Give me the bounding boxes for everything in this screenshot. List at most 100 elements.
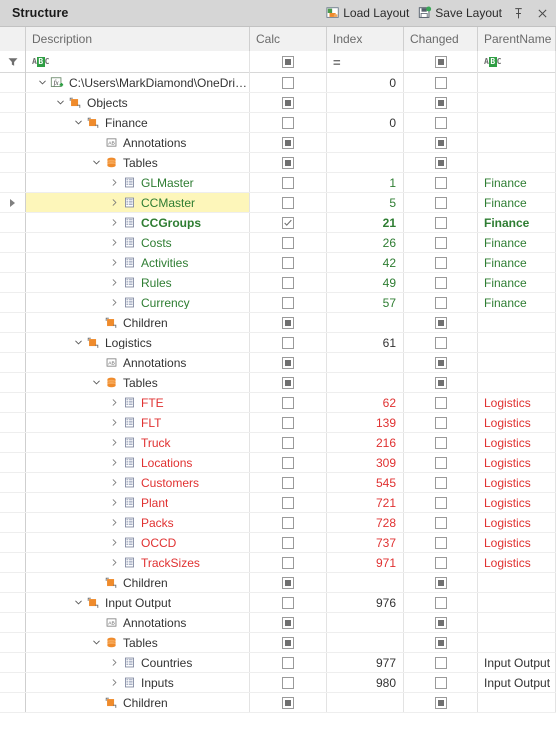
row-parentname-cell[interactable]: Logistics [478, 413, 556, 432]
row-indicator-cell[interactable] [0, 333, 26, 352]
row-description-cell[interactable]: AB Annotations [26, 613, 250, 632]
row-indicator-cell[interactable] [0, 533, 26, 552]
row-calc-cell[interactable] [250, 293, 327, 312]
tree-expander-collapsed-icon[interactable] [108, 418, 121, 427]
row-indicator-cell[interactable] [0, 613, 26, 632]
row-parentname-cell[interactable] [478, 333, 556, 352]
row-indicator-cell[interactable] [0, 513, 26, 532]
row-index-cell[interactable]: 26 [327, 233, 404, 252]
filter-changed-checkbox[interactable] [434, 56, 447, 68]
tree-expander-collapsed-icon[interactable] [108, 398, 121, 407]
row-description-cell[interactable]: Tables [26, 633, 250, 652]
row-indicator-cell[interactable] [0, 353, 26, 372]
tree-expander-expanded-icon[interactable] [90, 638, 103, 647]
row-indicator-cell[interactable] [0, 213, 26, 232]
row-parentname-cell[interactable]: Finance [478, 273, 556, 292]
row-changed-cell[interactable] [404, 113, 478, 132]
row-changed-cell[interactable] [404, 333, 478, 352]
row-changed-cell[interactable] [404, 393, 478, 412]
tree-expander-collapsed-icon[interactable] [108, 498, 121, 507]
row-index-cell[interactable]: 61 [327, 333, 404, 352]
calc-checkbox[interactable] [282, 336, 294, 349]
row-description-cell[interactable]: AB Annotations [26, 353, 250, 372]
table-row[interactable]: Logistics 61 [0, 333, 556, 353]
filter-description-cell[interactable]: ABC [26, 51, 250, 73]
row-indicator-cell[interactable] [0, 93, 26, 112]
table-row[interactable]: Costs 26 Finance [0, 233, 556, 253]
row-calc-cell[interactable] [250, 413, 327, 432]
tree-expander-collapsed-icon[interactable] [108, 438, 121, 447]
calc-checkbox[interactable] [282, 136, 294, 149]
filter-parentname-cell[interactable]: ABC [478, 51, 556, 73]
row-parentname-cell[interactable]: Logistics [478, 513, 556, 532]
row-indicator-cell[interactable] [0, 493, 26, 512]
row-changed-cell[interactable] [404, 233, 478, 252]
row-index-cell[interactable] [327, 133, 404, 152]
row-parentname-cell[interactable]: Logistics [478, 453, 556, 472]
row-changed-cell[interactable] [404, 613, 478, 632]
row-indicator-cell[interactable] [0, 673, 26, 692]
row-description-cell[interactable]: Objects [26, 93, 250, 112]
tree-expander-collapsed-icon[interactable] [108, 178, 121, 187]
changed-checkbox[interactable] [434, 676, 447, 689]
table-row[interactable]: Children [0, 313, 556, 333]
row-description-cell[interactable]: Currency [26, 293, 250, 312]
row-parentname-cell[interactable] [478, 113, 556, 132]
row-description-cell[interactable]: Truck [26, 433, 250, 452]
row-calc-cell[interactable] [250, 533, 327, 552]
row-calc-cell[interactable] [250, 313, 327, 332]
row-description-cell[interactable]: Customers [26, 473, 250, 492]
row-indicator-cell[interactable] [0, 553, 26, 572]
row-calc-cell[interactable] [250, 453, 327, 472]
row-parentname-cell[interactable]: Logistics [478, 553, 556, 572]
calc-checkbox[interactable] [282, 76, 294, 89]
calc-checkbox[interactable] [282, 356, 294, 369]
row-calc-cell[interactable] [250, 213, 327, 232]
row-changed-cell[interactable] [404, 593, 478, 612]
row-changed-cell[interactable] [404, 413, 478, 432]
table-row[interactable]: Objects [0, 93, 556, 113]
table-row[interactable]: Tables [0, 633, 556, 653]
filter-calc-checkbox[interactable] [282, 56, 294, 68]
row-changed-cell[interactable] [404, 133, 478, 152]
tree-expander-collapsed-icon[interactable] [108, 278, 121, 287]
table-row[interactable]: FLT 139 Logistics [0, 413, 556, 433]
row-changed-cell[interactable] [404, 573, 478, 592]
row-indicator-cell[interactable] [0, 433, 26, 452]
changed-checkbox[interactable] [434, 276, 447, 289]
row-description-cell[interactable]: TrackSizes [26, 553, 250, 572]
row-calc-cell[interactable] [250, 653, 327, 672]
changed-checkbox[interactable] [434, 616, 447, 629]
changed-checkbox[interactable] [434, 456, 447, 469]
filter-calc-cell[interactable] [250, 51, 327, 73]
row-description-cell[interactable]: Rules [26, 273, 250, 292]
row-changed-cell[interactable] [404, 453, 478, 472]
calc-checkbox[interactable] [282, 536, 294, 549]
row-index-cell[interactable] [327, 693, 404, 712]
row-changed-cell[interactable] [404, 273, 478, 292]
table-row[interactable]: Inputs 980 Input Output [0, 673, 556, 693]
row-description-cell[interactable]: Activities [26, 253, 250, 272]
calc-checkbox[interactable] [282, 236, 294, 249]
calc-checkbox[interactable] [282, 196, 294, 209]
row-index-cell[interactable]: 0 [327, 113, 404, 132]
row-indicator-cell[interactable] [0, 373, 26, 392]
row-description-cell[interactable]: FTE [26, 393, 250, 412]
table-row[interactable]: Customers 545 Logistics [0, 473, 556, 493]
row-changed-cell[interactable] [404, 673, 478, 692]
row-indicator-cell[interactable] [0, 653, 26, 672]
row-calc-cell[interactable] [250, 333, 327, 352]
changed-checkbox[interactable] [434, 396, 447, 409]
row-index-cell[interactable]: 49 [327, 273, 404, 292]
column-header-index[interactable]: Index [327, 27, 404, 51]
calc-checkbox[interactable] [282, 556, 294, 569]
changed-checkbox[interactable] [434, 196, 447, 209]
row-indicator-cell[interactable] [0, 153, 26, 172]
row-description-cell[interactable]: Countries [26, 653, 250, 672]
row-parentname-cell[interactable]: Input Output [478, 653, 556, 672]
row-changed-cell[interactable] [404, 93, 478, 112]
tree-expander-collapsed-icon[interactable] [108, 538, 121, 547]
calc-checkbox[interactable] [282, 636, 294, 649]
row-parentname-cell[interactable] [478, 633, 556, 652]
row-index-cell[interactable]: 545 [327, 473, 404, 492]
